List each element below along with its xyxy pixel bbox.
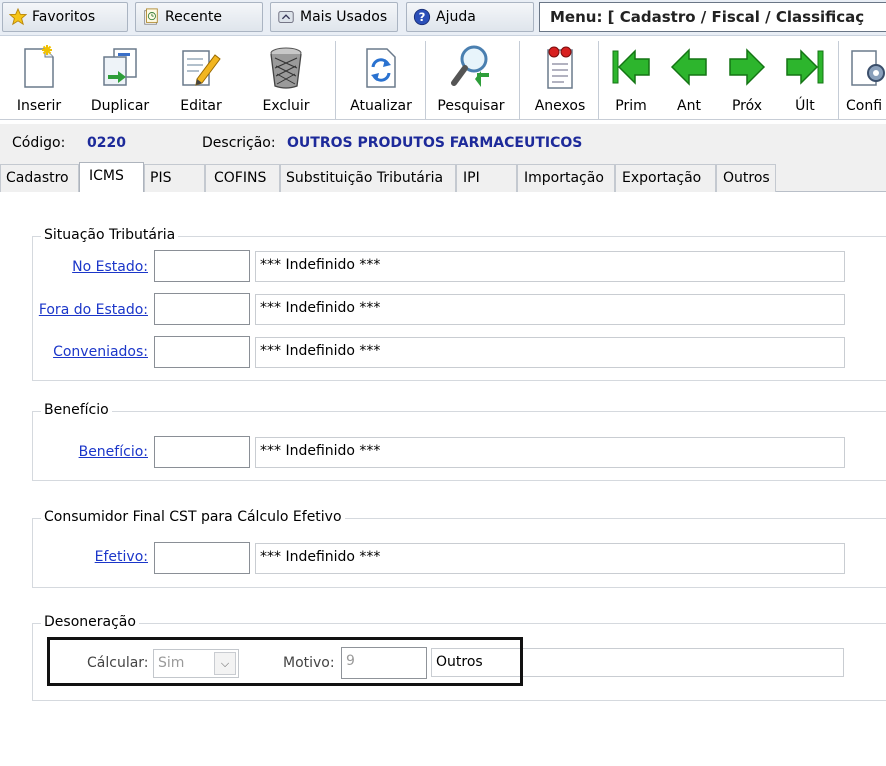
prox-button[interactable]: Próx [724,43,770,117]
help-icon: ? [413,8,431,26]
magnifier-icon [449,43,493,91]
tab-importacao[interactable]: Importação [517,164,615,192]
mais-usados-button[interactable]: Mais Usados [270,2,398,32]
tab-ipi[interactable]: IPI [456,164,517,192]
atualizar-button[interactable]: Atualizar [348,43,414,117]
fora-do-estado-link[interactable]: Fora do Estado: [30,302,148,318]
ajuda-button[interactable]: ? Ajuda [406,2,534,32]
recente-button[interactable]: Recente [135,2,263,32]
situacao-tributaria-title: Situação Tributária [41,227,179,243]
config-label: Confi [846,98,883,114]
recente-label: Recente [165,9,222,25]
toolbar-separator [425,41,426,119]
edit-icon [179,43,223,91]
excluir-label: Excluir [262,98,310,114]
no-estado-code-input[interactable] [154,250,250,282]
ult-button[interactable]: Últ [782,43,828,117]
tab-strip: Cadastro ICMS PIS COFINS Substituição Tr… [0,162,886,193]
inserir-button[interactable]: Inserir [14,43,64,117]
mais-usados-label: Mais Usados [300,9,388,25]
toolbar-separator [598,41,599,119]
desoneracao-title: Desoneração [41,614,139,630]
refresh-icon [359,43,403,91]
desoneracao-highlight-box [47,637,523,686]
inserir-label: Inserir [16,98,62,114]
tab-exportacao[interactable]: Exportação [615,164,716,192]
conveniados-code-input[interactable] [154,336,250,368]
menu-path-field: Menu: [ Cadastro / Fiscal / Classificaç [539,2,886,32]
tab-outros[interactable]: Outros [716,164,776,192]
ult-label: Últ [795,98,815,114]
tab-cadastro[interactable]: Cadastro [0,164,79,192]
anexos-button[interactable]: Anexos [531,43,589,117]
efetivo-link[interactable]: Efetivo: [30,549,148,565]
no-estado-description: *** Indefinido *** [255,251,845,282]
attachment-icon [538,43,582,91]
no-estado-link[interactable]: No Estado: [30,259,148,275]
ajuda-label: Ajuda [436,9,476,25]
favoritos-label: Favoritos [32,9,96,25]
fora-do-estado-description: *** Indefinido *** [255,294,845,325]
editar-button[interactable]: Editar [176,43,226,117]
main-toolbar: Inserir Duplicar Editar Excluir Atualiza… [0,37,886,120]
trash-icon [264,43,308,91]
first-record-icon [609,43,653,91]
settings-icon [846,43,886,91]
tab-cofins[interactable]: COFINS [205,164,280,192]
prim-button[interactable]: Prim [608,43,654,117]
pesquisar-label: Pesquisar [437,98,505,114]
duplicar-label: Duplicar [90,98,150,114]
ant-button[interactable]: Ant [666,43,712,117]
anexos-label: Anexos [534,98,586,114]
toolbar-separator [519,41,520,119]
duplicate-icon [98,43,142,91]
star-icon [9,8,27,26]
conveniados-description: *** Indefinido *** [255,337,845,368]
tab-pis[interactable]: PIS [144,164,205,192]
previous-record-icon [667,43,711,91]
efetivo-description: *** Indefinido *** [255,543,845,574]
beneficio-link[interactable]: Benefício: [30,444,148,460]
atualizar-label: Atualizar [350,98,412,114]
codigo-value: 0220 [87,135,126,151]
prim-label: Prim [615,98,647,114]
next-record-icon [725,43,769,91]
toolbar-separator [838,41,839,119]
duplicar-button[interactable]: Duplicar [90,43,150,117]
beneficio-title: Benefício [41,402,112,418]
descricao-value: OUTROS PRODUTOS FARMACEUTICOS [287,135,583,151]
new-document-icon [17,43,61,91]
descricao-label: Descrição: [202,135,276,151]
conveniados-link[interactable]: Conveniados: [30,344,148,360]
prox-label: Próx [731,98,763,114]
icms-panel: Situação Tributária No Estado: *** Indef… [0,192,886,766]
efetivo-code-input[interactable] [154,542,250,574]
tab-substituicao-tributaria[interactable]: Substituição Tributária [280,164,456,192]
last-record-icon [783,43,827,91]
beneficio-description: *** Indefinido *** [255,437,845,468]
top-menu-bar: Favoritos Recente Mais Usados ? Ajuda Me… [0,0,886,36]
tab-icms[interactable]: ICMS [79,162,144,193]
toolbar-separator [335,41,336,119]
codigo-label: Código: [12,135,66,151]
record-header: Código: 0220 Descrição: OUTROS PRODUTOS … [0,124,886,162]
most-used-icon [278,11,294,23]
beneficio-code-input[interactable] [154,436,250,468]
consumidor-final-title: Consumidor Final CST para Cálculo Efetiv… [41,509,345,525]
recent-documents-icon [144,8,158,25]
svg-text:?: ? [419,10,426,24]
favoritos-button[interactable]: Favoritos [2,2,128,32]
fora-do-estado-code-input[interactable] [154,293,250,325]
ant-label: Ant [677,98,701,114]
excluir-button[interactable]: Excluir [258,43,314,117]
pesquisar-button[interactable]: Pesquisar [434,43,508,117]
editar-label: Editar [180,98,222,114]
config-button[interactable]: Confi [846,43,886,117]
